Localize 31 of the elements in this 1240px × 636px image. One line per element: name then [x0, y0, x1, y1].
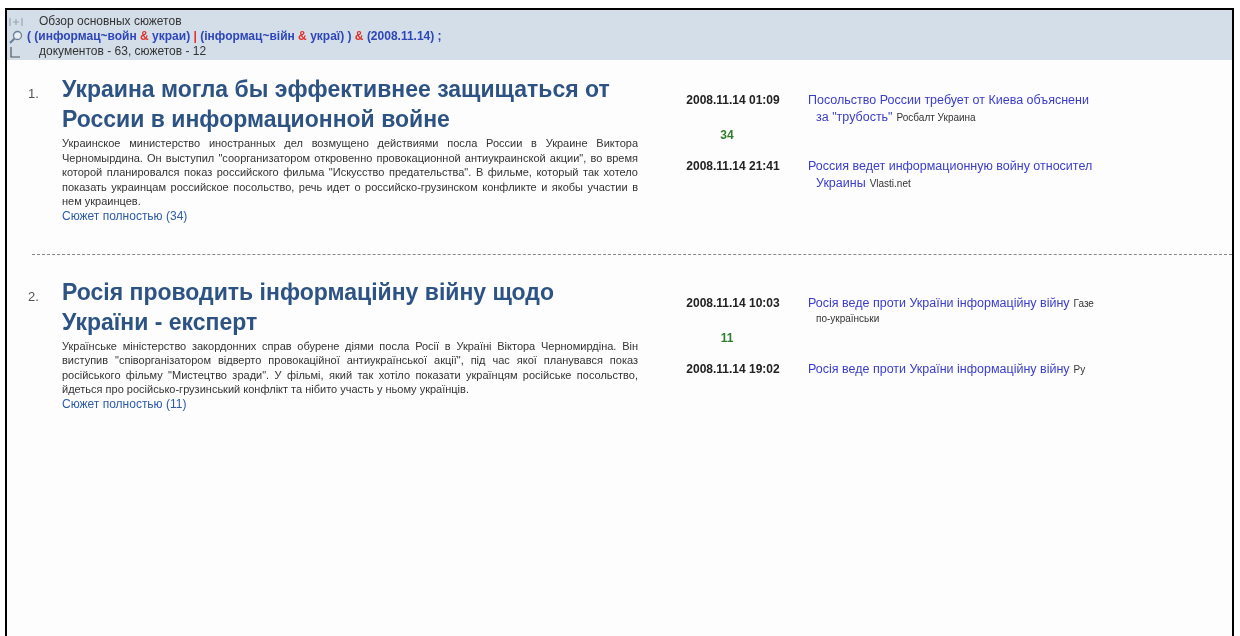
story-summary: Украинское министерство иностранных дел возмущено действиями посла России в Украине Виктора Черномырдина. Он выступил "соорганизатором откровенно провокационной антиукраинской акции", во время которой планировался показ российского фильма "Искусство предательства". В фильме, который так хотело показать украинцам российское посольство, речь идет о российско-грузинском конфликте и якобы участии в нем украинцев. — [62, 136, 638, 209]
story-number: 1. — [27, 85, 40, 103]
headline-date: 2008.11.14 19:02 — [686, 360, 780, 377]
expand-icon[interactable] — [9, 16, 23, 27]
story-summary: Українське міністерство закордонних справ обурене діями посла Росії в Україні Віктора Черномирдіна. Він виступив "співорганізатором відверто провокаційної антиукраїнської акції", під час якої планувався показ російського фільму "Мистецтво зради". У фільмі, який так хотіло показати українцям російське посольство, йдеться про російсько-грузинський конфлікт та нібито участь у ньому українців. — [62, 338, 638, 397]
headline-date: 2008.11.14 01:09 — [686, 92, 780, 108]
story-number: 2. — [27, 287, 40, 306]
search-icon — [9, 29, 23, 44]
story-title[interactable]: Росія проводить інформаційну війну щодо України - експерт — [62, 276, 638, 337]
source-name: Газе — [1073, 296, 1094, 311]
headline-link[interactable]: за "трубость" — [816, 109, 893, 126]
source-name: Vlasti.net — [869, 177, 911, 191]
result-counts: документов - 63, сюжетов - 12 — [39, 44, 207, 59]
headline-link[interactable]: Росія веде проти України інформаційну війну — [808, 294, 1070, 312]
search-query: ( (информац~войн & украи) | (інформац~війн & украї) ) & (2008.11.14) ; — [27, 29, 442, 44]
source-name: по-українськи — [816, 311, 880, 326]
headline-link[interactable]: Россия ведет информационную войну относител — [808, 158, 1093, 175]
story-full-link[interactable]: Сюжет полностью (34) — [62, 208, 188, 224]
headline-date: 2008.11.14 10:03 — [686, 294, 780, 311]
section-title: Обзор основных сюжетов — [39, 14, 182, 29]
headline-date: 2008.11.14 21:41 — [686, 158, 780, 174]
document-count: 34 — [720, 127, 734, 144]
source-name: Росбалт Украина — [896, 111, 976, 125]
source-name: Ру — [1073, 362, 1086, 377]
document-count: 11 — [720, 329, 734, 347]
story-full-link[interactable]: Сюжет полностью (11) — [62, 396, 187, 412]
headline-link[interactable]: Украины — [816, 175, 866, 192]
story-title[interactable]: Украина могла бы эффективнее защищаться от России в информационной войне — [62, 74, 638, 134]
headline-link[interactable]: Посольство России требует от Киева объяснени — [808, 92, 1089, 109]
document-icon — [9, 45, 21, 58]
headline-link[interactable]: Росія веде проти України інформаційну війну — [808, 360, 1070, 378]
